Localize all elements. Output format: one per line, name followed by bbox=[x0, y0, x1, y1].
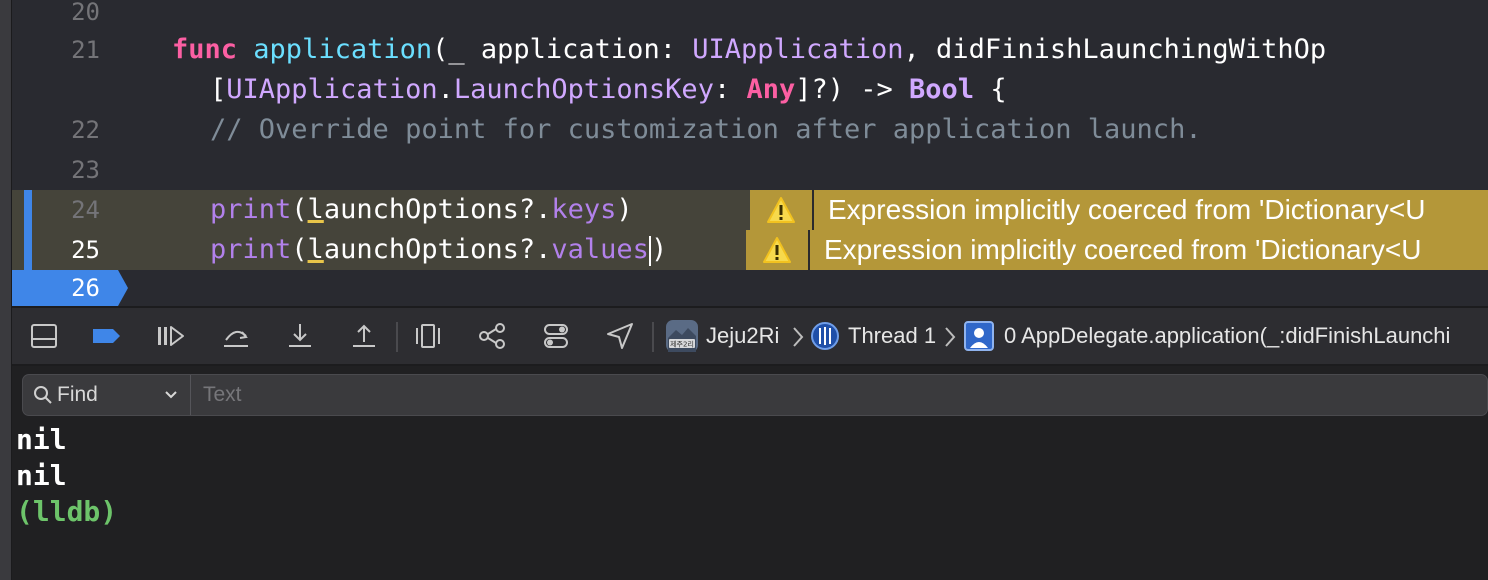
code-line-25[interactable]: 25 print(launchOptions?.values) Expressi… bbox=[12, 230, 1488, 270]
code-text: [UIApplication.LaunchOptionsKey: Any]?) … bbox=[210, 74, 1007, 105]
lldb-prompt[interactable]: (lldb) bbox=[16, 494, 117, 530]
code-line-21-wrap[interactable]: [UIApplication.LaunchOptionsKey: Any]?) … bbox=[12, 70, 1488, 110]
step-into-icon[interactable] bbox=[284, 320, 316, 352]
line-number: 20 bbox=[71, 0, 100, 26]
warning-icon bbox=[763, 237, 791, 263]
thread-icon bbox=[811, 322, 839, 350]
code-line-23[interactable]: 23 bbox=[12, 150, 1488, 190]
breakpoints-toggle-icon[interactable] bbox=[90, 320, 122, 352]
code-line-20[interactable]: 20 bbox=[12, 0, 1488, 32]
step-out-icon[interactable] bbox=[348, 320, 380, 352]
view-hierarchy-icon[interactable] bbox=[412, 320, 444, 352]
console-output-line: nil bbox=[16, 459, 67, 492]
window-left-edge bbox=[0, 0, 12, 580]
code-line-26[interactable]: 26 bbox=[12, 270, 1488, 306]
toolbar-separator bbox=[652, 322, 654, 352]
line-number: 24 bbox=[71, 196, 100, 224]
chevron-right-icon bbox=[793, 327, 804, 347]
line-number: 21 bbox=[71, 36, 100, 64]
warning-message[interactable]: Expression implicitly coerced from 'Dict… bbox=[814, 190, 1488, 230]
code-comment: // Override point for customization afte… bbox=[210, 114, 1202, 145]
chevron-right-icon bbox=[945, 327, 956, 347]
search-icon bbox=[34, 386, 52, 404]
code-text: print(launchOptions?.values) bbox=[210, 234, 668, 266]
breadcrumb-app[interactable]: Jeju2Ri bbox=[706, 308, 779, 364]
console-filter-bar: Find bbox=[22, 374, 1488, 416]
environment-overrides-icon[interactable] bbox=[540, 320, 572, 352]
toolbar-separator bbox=[396, 322, 398, 352]
step-over-icon[interactable] bbox=[220, 320, 252, 352]
stack-frame-icon bbox=[964, 321, 994, 351]
breadcrumb-frame[interactable]: 0 AppDelegate.application(_:didFinishLau… bbox=[1004, 308, 1450, 364]
line-number: 22 bbox=[71, 116, 100, 144]
console-output-line: nil bbox=[16, 423, 67, 456]
source-editor[interactable]: 20 21 func application(_ application: UI… bbox=[12, 0, 1488, 306]
code-line-22[interactable]: 22 // Override point for customization a… bbox=[12, 110, 1488, 150]
warning-badge[interactable] bbox=[746, 230, 808, 270]
find-label: Find bbox=[57, 383, 98, 406]
code-text: func application(_ application: UIApplic… bbox=[172, 34, 1327, 65]
hide-debug-area-icon[interactable] bbox=[28, 320, 60, 352]
find-dropdown[interactable]: Find bbox=[23, 375, 191, 415]
line-number: 23 bbox=[71, 156, 100, 184]
line-number: 25 bbox=[71, 236, 100, 264]
code-line-24[interactable]: 24 print(launchOptions?.keys) Expression… bbox=[12, 190, 1488, 230]
warning-message[interactable]: Expression implicitly coerced from 'Dict… bbox=[810, 230, 1488, 270]
breadcrumb-thread[interactable]: Thread 1 bbox=[848, 308, 936, 364]
simulate-location-icon[interactable] bbox=[604, 320, 636, 352]
continue-icon[interactable] bbox=[154, 320, 186, 352]
svg-text:제주2리: 제주2리 bbox=[670, 340, 694, 349]
warning-badge[interactable] bbox=[750, 190, 812, 230]
console-area[interactable]: Find nil nil (lldb) bbox=[12, 366, 1488, 580]
warning-icon bbox=[767, 197, 795, 223]
app-icon: 제주2리 bbox=[666, 320, 698, 352]
line-number: 26 bbox=[71, 274, 100, 302]
code-text: print(launchOptions?.keys) bbox=[210, 194, 633, 225]
instruction-pointer-arrow bbox=[118, 270, 128, 306]
memory-graph-icon[interactable] bbox=[476, 320, 508, 352]
code-line-21[interactable]: 21 func application(_ application: UIApp… bbox=[12, 30, 1488, 70]
debug-bar: 제주2리 Jeju2Ri Thread 1 0 AppDelegate.appl… bbox=[12, 306, 1488, 366]
filter-text-input[interactable] bbox=[203, 375, 1473, 415]
chevron-down-icon bbox=[165, 391, 177, 399]
